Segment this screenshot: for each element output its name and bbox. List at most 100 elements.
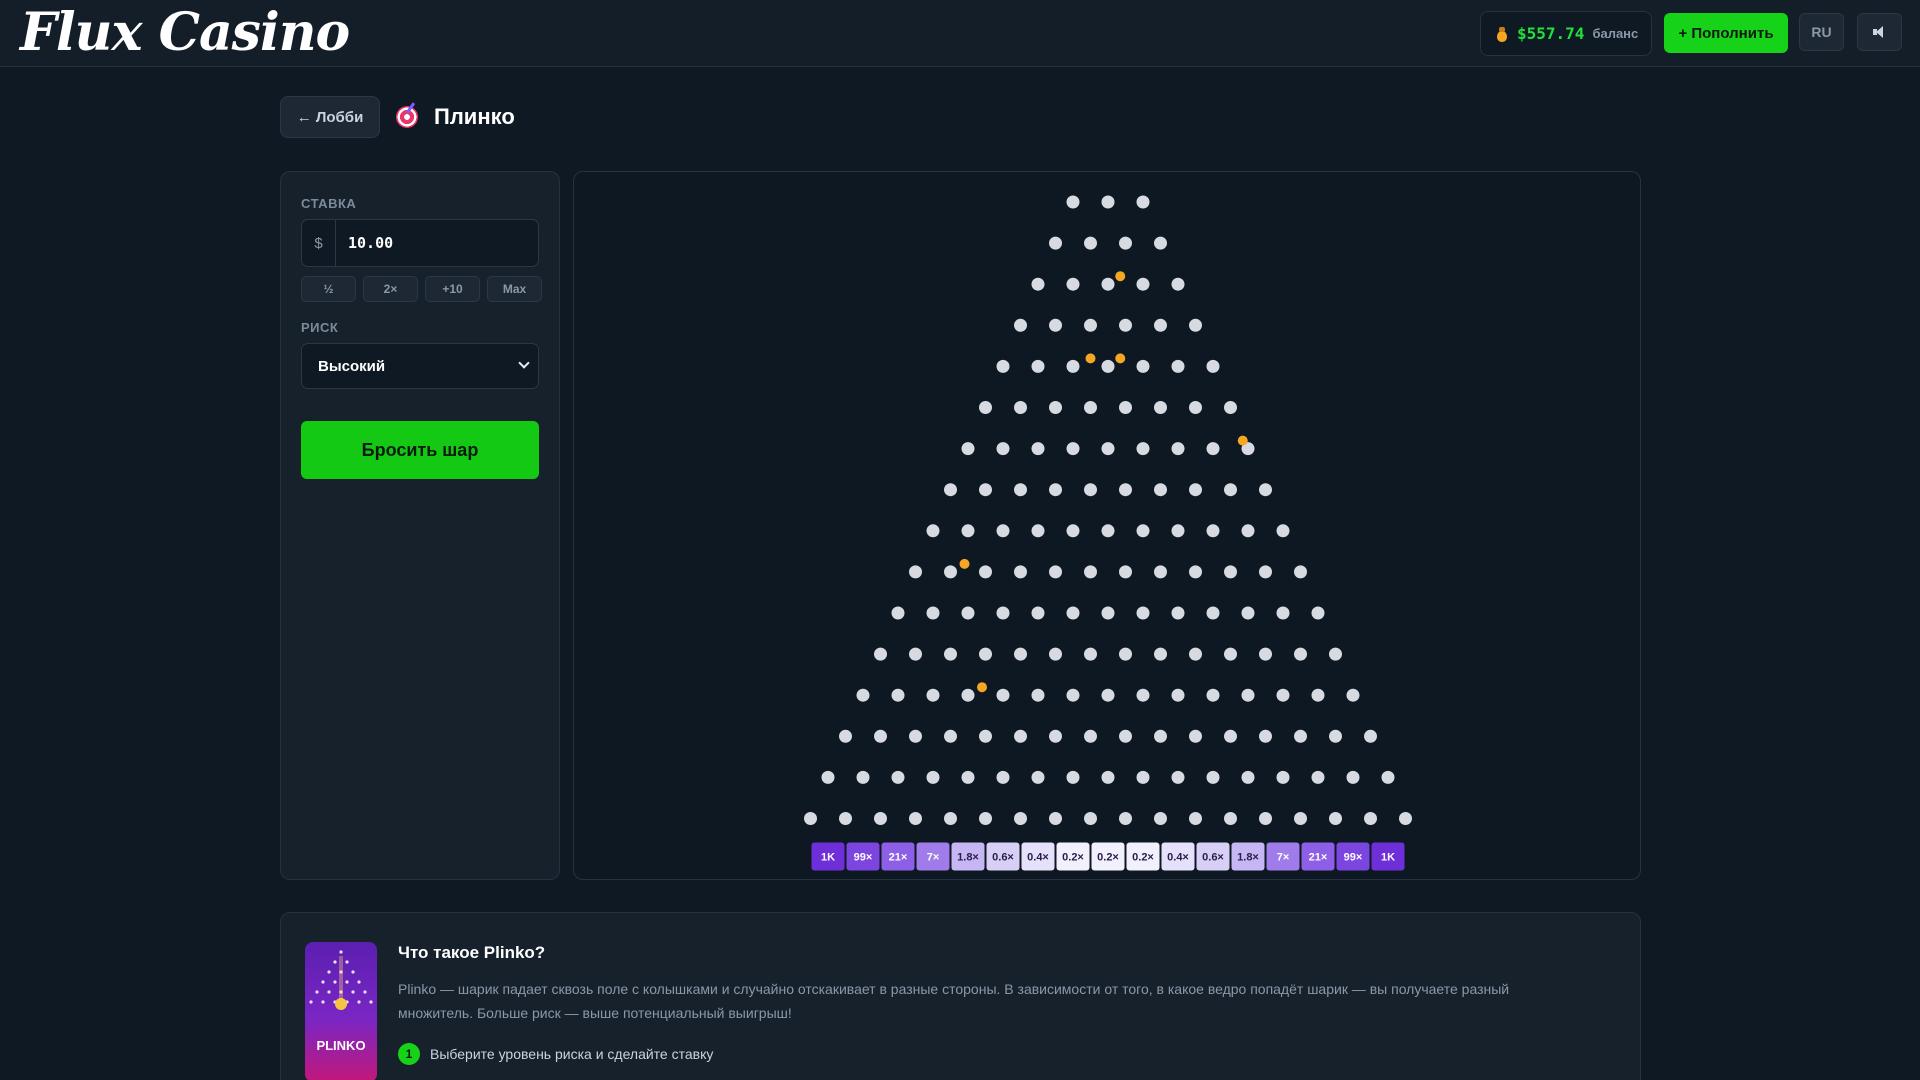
game-info-card: PLINKO Что такое Plinko? Plinko — шарик …	[280, 912, 1641, 1080]
peg	[1276, 606, 1290, 620]
multiplier-label: 99×	[1344, 852, 1363, 864]
sound-button[interactable]	[1857, 13, 1902, 51]
peg	[1294, 812, 1307, 825]
peg	[1329, 812, 1342, 825]
peg	[1066, 359, 1080, 373]
multiplier-label: 99×	[854, 852, 873, 864]
peg	[1101, 195, 1115, 209]
balance-label: баланс	[1592, 26, 1639, 41]
peg	[1066, 524, 1080, 538]
multiplier-bucket: 1.8×	[1231, 842, 1265, 871]
peg	[909, 565, 922, 579]
risk-label: РИСК	[301, 320, 339, 335]
multiplier-bucket: 7×	[1266, 842, 1300, 871]
plus-ten-button[interactable]: +10	[425, 276, 480, 302]
multiplier-bucket: 1K	[811, 842, 845, 871]
multiplier-label: 7×	[927, 852, 940, 864]
peg	[1066, 195, 1080, 209]
ball	[1115, 353, 1126, 364]
peg	[1101, 359, 1115, 373]
multiplier-bucket: 0.2×	[1091, 842, 1125, 871]
thumbnail-pegs-graphic	[309, 950, 373, 1010]
peg	[804, 812, 817, 825]
peg	[856, 770, 870, 784]
peg	[979, 483, 992, 497]
multiplier-label: 1K	[821, 852, 835, 864]
max-bet-button[interactable]: Max	[487, 276, 542, 302]
peg	[1154, 401, 1167, 414]
peg	[1259, 483, 1272, 497]
peg	[1014, 729, 1027, 743]
target-icon	[396, 106, 418, 128]
multiplier-label: 0.2×	[1062, 852, 1084, 864]
multiplier-label: 0.6×	[1202, 852, 1224, 864]
peg	[979, 647, 992, 661]
peg	[996, 770, 1010, 784]
multiplier-label: 0.6×	[992, 852, 1014, 864]
money-bag-icon	[1495, 26, 1509, 42]
peg	[1066, 277, 1080, 291]
peg	[1154, 647, 1167, 661]
peg	[979, 729, 992, 743]
risk-select[interactable]: Высокий	[301, 343, 539, 389]
peg	[1241, 770, 1255, 784]
peg	[961, 442, 975, 456]
peg	[926, 524, 940, 538]
peg	[909, 729, 922, 743]
peg	[1014, 401, 1027, 414]
peg	[979, 401, 992, 414]
multiplier-bucket: 21×	[1301, 842, 1335, 871]
peg	[1259, 729, 1272, 743]
peg	[1136, 770, 1150, 784]
drop-ball-button[interactable]: Бросить шар	[301, 421, 539, 479]
bet-amount-input[interactable]	[336, 220, 538, 266]
peg	[1049, 401, 1062, 414]
multiplier-bucket: 0.6×	[986, 842, 1020, 871]
peg	[1171, 524, 1185, 538]
half-bet-button[interactable]: ½	[301, 276, 356, 302]
peg	[1049, 236, 1062, 250]
balance-amount: $557.74	[1517, 24, 1585, 43]
peg	[1311, 606, 1325, 620]
logo[interactable]: Flux Casino	[20, 2, 350, 63]
bet-control-panel: СТАВКА $ ½ 2× +10 Max РИСК Высокий Броси…	[280, 171, 560, 880]
peg	[996, 442, 1010, 456]
peg	[1066, 442, 1080, 456]
step-number-badge: 1	[398, 1043, 420, 1065]
peg	[1136, 277, 1150, 291]
double-bet-button[interactable]: 2×	[363, 276, 418, 302]
peg	[821, 770, 835, 784]
currency-symbol: $	[302, 220, 336, 266]
multiplier-bucket: 1K	[1371, 842, 1405, 871]
step-text: Выберите уровень риска и сделайте ставку	[430, 1046, 714, 1062]
back-to-lobby-button[interactable]: ← Лобби	[280, 96, 380, 138]
deposit-button[interactable]: + Пополнить	[1664, 13, 1788, 53]
peg	[1171, 442, 1185, 456]
peg	[961, 770, 975, 784]
ball	[1115, 271, 1126, 282]
peg	[926, 770, 940, 784]
peg	[1031, 442, 1045, 456]
peg	[1294, 565, 1307, 579]
peg	[1101, 770, 1115, 784]
step-item: 1 Выберите уровень риска и сделайте став…	[398, 1043, 713, 1065]
peg	[1031, 606, 1045, 620]
peg	[1084, 647, 1097, 661]
peg	[1031, 277, 1045, 291]
peg	[1189, 401, 1202, 414]
peg	[1311, 770, 1325, 784]
language-button[interactable]: RU	[1799, 13, 1844, 51]
peg	[1206, 688, 1220, 702]
peg	[1049, 318, 1062, 332]
peg	[944, 812, 957, 825]
bet-input-group: $	[301, 219, 539, 267]
peg	[944, 483, 957, 497]
peg	[1084, 565, 1097, 579]
peg	[1206, 524, 1220, 538]
peg	[1154, 236, 1167, 250]
peg	[1031, 359, 1045, 373]
peg	[1049, 812, 1062, 825]
balance-display: $557.74 баланс	[1480, 11, 1652, 56]
peg	[1101, 606, 1115, 620]
chevron-down-icon	[518, 357, 530, 369]
